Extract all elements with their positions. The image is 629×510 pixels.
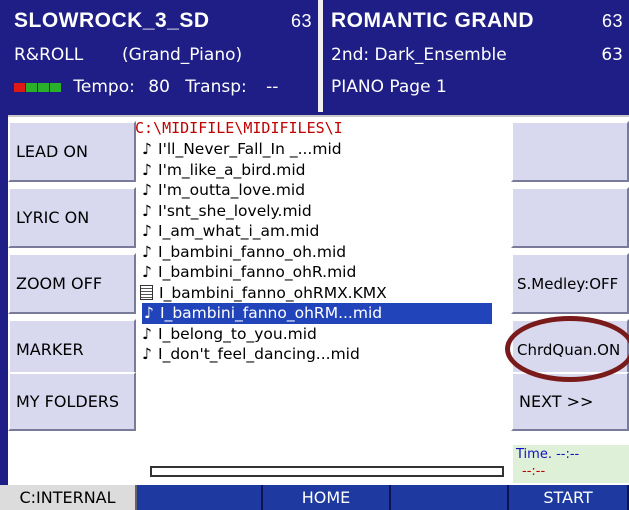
note-icon: ♪: [142, 222, 152, 240]
zoom-off-button[interactable]: ZOOM OFF: [8, 253, 136, 314]
note-icon: ♪: [142, 160, 152, 179]
start-button[interactable]: START: [509, 485, 629, 510]
style-number: 63: [290, 11, 312, 31]
marker-button[interactable]: MARKER: [8, 319, 136, 380]
file-name: I_belong_to_you.mid: [158, 324, 317, 343]
lead-on-button[interactable]: LEAD ON: [8, 121, 136, 182]
style-name: SLOWROCK_3_SD: [14, 9, 210, 32]
folder-path: C:\MIDIFILE\MIDIFILES\I: [135, 119, 343, 137]
file-list-item[interactable]: ♪ I'll_Never_Fall_In _...mid: [136, 139, 506, 160]
file-name: I_bambini_fanno_ohRMX.KMX: [159, 283, 387, 302]
note-icon: ♪: [142, 345, 152, 363]
second-sound: 2nd: Dark_Ensemble: [331, 45, 507, 65]
note-icon: ♪: [144, 304, 154, 322]
chord-quantize-button[interactable]: ChrdQuan.ON: [511, 319, 629, 380]
style-instrument: (Grand_Piano): [122, 45, 243, 65]
file-list-item[interactable]: ♪ I_belong_to_you.mid: [136, 324, 506, 345]
file-name: I_bambini_fanno_oh.mid: [158, 242, 347, 261]
file-list-item[interactable]: ♪ I'm_outta_love.mid: [136, 180, 506, 201]
right-button-1[interactable]: [511, 121, 629, 182]
file-name: I'll_Never_Fall_In _...mid: [158, 140, 342, 158]
time-label: Time. --:--: [516, 447, 580, 462]
drive-internal-button[interactable]: C:INTERNAL: [0, 485, 137, 510]
transp-label: Transp:: [185, 77, 247, 97]
note-icon: ♪: [142, 324, 152, 343]
file-list-item[interactable]: ♪ I_am_what_i_am.mid: [136, 221, 506, 242]
file-name: I'm_like_a_bird.mid: [158, 160, 306, 179]
my-folders-button[interactable]: MY FOLDERS: [8, 372, 136, 431]
bottom-button-4[interactable]: [391, 485, 509, 510]
lyric-on-button[interactable]: LYRIC ON: [8, 187, 136, 248]
note-icon: ♪: [142, 181, 152, 199]
sound-name: ROMANTIC GRAND: [331, 9, 534, 32]
note-icon: ♪: [142, 201, 152, 220]
time-sub: --:--: [522, 464, 546, 479]
arranger-screen: SLOWROCK_3_SD 63 R&ROLL (Grand_Piano) Te…: [0, 0, 629, 510]
sound-info-panel[interactable]: ROMANTIC GRAND 63 2nd: Dark_Ensemble 63 …: [325, 0, 629, 112]
next-button[interactable]: NEXT >>: [511, 372, 629, 431]
page-indicator: PIANO Page 1: [331, 77, 447, 97]
file-list-item[interactable]: ♪ I_bambini_fanno_ohR.mid: [136, 262, 506, 283]
right-button-2[interactable]: [511, 187, 629, 248]
transp-value: --: [266, 77, 279, 97]
document-icon: [140, 284, 153, 300]
tempo-label: Tempo:: [73, 77, 135, 97]
beat-led-icon: [14, 74, 62, 100]
file-list-item[interactable]: ♪ I'snt_she_lovely.mid: [136, 201, 506, 222]
time-display: Time. --:-- --:--: [513, 445, 629, 483]
note-icon: ♪: [142, 140, 152, 158]
file-name: I'snt_she_lovely.mid: [158, 201, 312, 220]
note-icon: ♪: [142, 263, 152, 281]
file-name: I'm_outta_love.mid: [158, 181, 306, 199]
file-name: I_don't_feel_dancing...mid: [158, 345, 360, 363]
style-info-panel[interactable]: SLOWROCK_3_SD 63 R&ROLL (Grand_Piano) Te…: [8, 0, 318, 112]
file-name: I_bambini_fanno_ohR.mid: [158, 263, 357, 281]
file-list-item[interactable]: ♪ I_don't_feel_dancing...mid: [136, 344, 506, 365]
header-divider: [318, 0, 323, 112]
home-button[interactable]: HOME: [263, 485, 391, 510]
song-medley-button[interactable]: S.Medley:OFF: [511, 253, 629, 314]
file-name: I_bambini_fanno_ohRM...mid: [160, 304, 383, 322]
file-list-item[interactable]: ♪ I_bambini_fanno_ohRM...mid: [142, 303, 492, 324]
file-browser-panel: LEAD ON LYRIC ON ZOOM OFF MARKER MY FOLD…: [8, 115, 629, 485]
file-list-item[interactable]: ♪ I'm_like_a_bird.mid: [136, 160, 506, 181]
style-category: R&ROLL: [14, 45, 84, 65]
note-icon: ♪: [142, 242, 152, 261]
progress-bar: [150, 466, 504, 477]
file-list[interactable]: ♪ I'll_Never_Fall_In _...mid ♪ I'm_like_a_b…: [136, 139, 506, 365]
file-list-item[interactable]: ♪ I_bambini_fanno_oh.mid: [136, 242, 506, 263]
file-name: I_am_what_i_am.mid: [158, 222, 320, 240]
sound-number: 63: [601, 11, 623, 31]
tempo-value: 80: [148, 77, 170, 97]
bottom-bar: C:INTERNAL HOME START: [0, 485, 629, 510]
file-list-item[interactable]: I_bambini_fanno_ohRMX.KMX: [136, 283, 506, 304]
bottom-button-2[interactable]: [137, 485, 263, 510]
second-sound-number: 63: [601, 45, 623, 65]
